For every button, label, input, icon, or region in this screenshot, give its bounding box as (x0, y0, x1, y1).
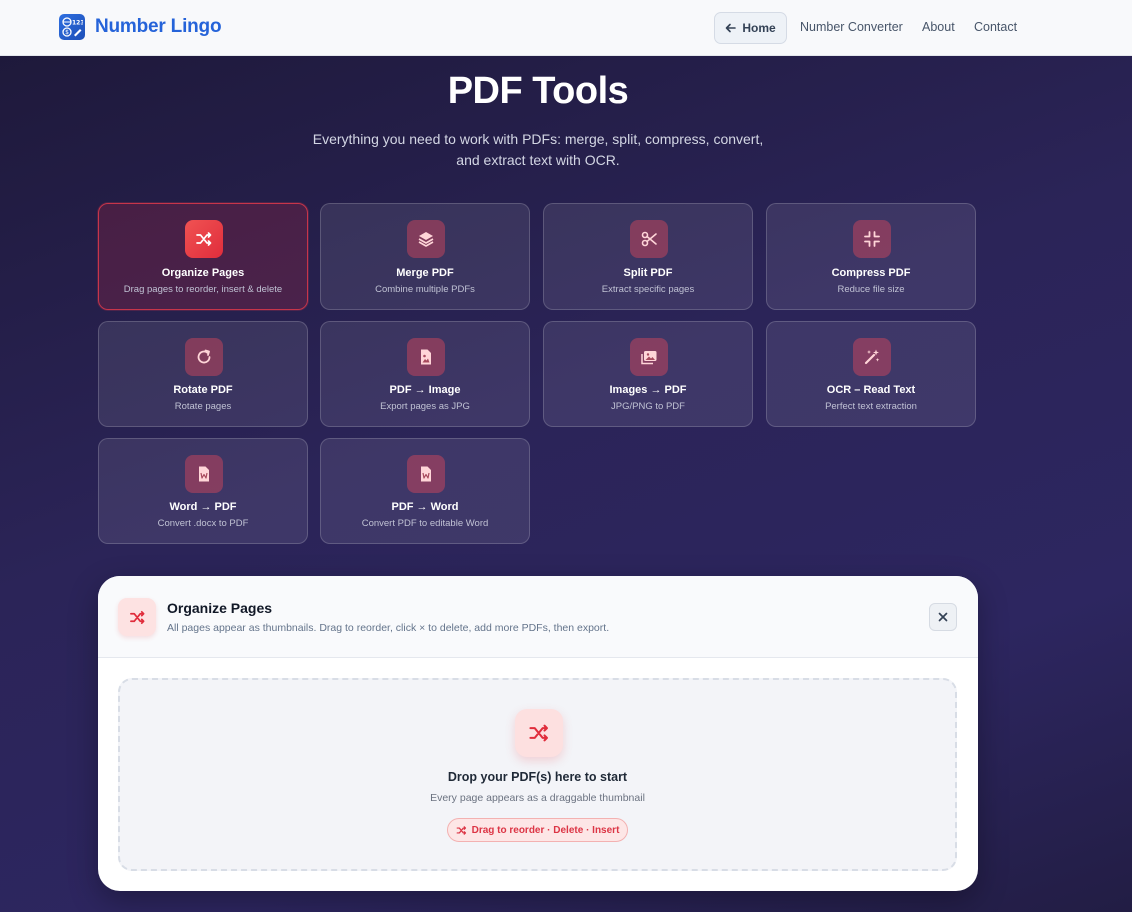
tool-title: Split PDF (623, 267, 673, 279)
close-button[interactable] (929, 603, 957, 631)
page-title: PDF Tools (447, 70, 629, 112)
magic-wand-icon (853, 338, 891, 376)
tool-title: Rotate PDF (173, 384, 233, 396)
home-button[interactable]: Home (714, 12, 787, 44)
close-icon (938, 612, 948, 622)
nav-contact[interactable]: Contact (974, 20, 1017, 34)
tool-card-ocr[interactable]: OCR – Read Text Perfect text extraction (766, 321, 976, 427)
nav-number-converter[interactable]: Number Converter (800, 20, 903, 34)
tool-title: Compress PDF (831, 267, 911, 279)
images-icon (630, 338, 668, 376)
shuffle-icon (185, 220, 223, 258)
dropzone-title: Drop your PDF(s) here to start (447, 770, 628, 784)
navbar: 123 $ Number Lingo Home Number Converter… (0, 0, 1132, 56)
numbers-logo-icon: 123 $ (59, 14, 85, 40)
tool-title: Images → PDF (609, 384, 687, 396)
tool-desc: Extract specific pages (601, 284, 695, 295)
shuffle-icon (118, 598, 156, 636)
tool-title: PDF → Image (389, 384, 461, 396)
tool-desc: Combine multiple PDFs (375, 284, 475, 295)
arrow-left-icon (726, 23, 737, 33)
tool-card-compress-pdf[interactable]: Compress PDF Reduce file size (766, 203, 976, 310)
tool-desc: Export pages as JPG (380, 401, 470, 412)
shuffle-icon (456, 825, 466, 835)
tool-title: PDF → Word (391, 501, 459, 513)
tool-card-pdf-to-word[interactable]: PDF → Word Convert PDF to editable Word (320, 438, 530, 544)
scissors-icon (630, 220, 668, 258)
dropzone-hint-text: Drag to reorder · Delete · Insert (471, 824, 620, 836)
rotate-icon (185, 338, 223, 376)
svg-text:123: 123 (72, 20, 83, 27)
tool-title: Merge PDF (396, 267, 454, 279)
home-label: Home (742, 21, 776, 35)
tool-desc: Convert .docx to PDF (157, 518, 249, 529)
brand-name: Number Lingo (95, 16, 222, 37)
nav-about[interactable]: About (922, 20, 955, 34)
shuffle-icon (515, 709, 563, 757)
word-file-icon (185, 455, 223, 493)
file-image-icon (407, 338, 445, 376)
tool-title: Organize Pages (161, 267, 245, 279)
panel-header: Organize Pages All pages appear as thumb… (98, 576, 978, 658)
brand-link[interactable]: 123 $ Number Lingo (59, 14, 222, 40)
tool-desc: Rotate pages (174, 401, 232, 412)
svg-text:$: $ (65, 29, 69, 36)
tool-card-organize-pages[interactable]: Organize Pages Drag pages to reorder, in… (98, 203, 308, 310)
tool-title: OCR – Read Text (826, 384, 916, 396)
organize-pages-panel: Organize Pages All pages appear as thumb… (98, 576, 978, 891)
page-subtitle: Everything you need to work with PDFs: m… (312, 131, 764, 168)
dropzone-hint-badge: Drag to reorder · Delete · Insert (447, 818, 628, 842)
tool-card-pdf-to-image[interactable]: PDF → Image Export pages as JPG (320, 321, 530, 427)
tool-card-images-to-pdf[interactable]: Images → PDF JPG/PNG to PDF (543, 321, 753, 427)
tool-card-word-to-pdf[interactable]: Word → PDF Convert .docx to PDF (98, 438, 308, 544)
pdf-dropzone[interactable]: Drop your PDF(s) here to start Every pag… (118, 678, 957, 871)
tool-desc: Drag pages to reorder, insert & delete (123, 284, 283, 295)
tool-desc: JPG/PNG to PDF (611, 401, 685, 412)
layers-icon (407, 220, 445, 258)
panel-subtitle: All pages appear as thumbnails. Drag to … (167, 622, 610, 634)
word-file-icon (407, 455, 445, 493)
compress-icon (853, 220, 891, 258)
tool-desc: Perfect text extraction (825, 401, 917, 412)
panel-title: Organize Pages (167, 600, 273, 616)
dropzone-subtitle: Every page appears as a draggable thumbn… (430, 792, 645, 804)
tool-card-merge-pdf[interactable]: Merge PDF Combine multiple PDFs (320, 203, 530, 310)
tool-title: Word → PDF (169, 501, 237, 513)
tool-desc: Convert PDF to editable Word (361, 518, 489, 529)
tool-card-split-pdf[interactable]: Split PDF Extract specific pages (543, 203, 753, 310)
tool-card-rotate-pdf[interactable]: Rotate PDF Rotate pages (98, 321, 308, 427)
tool-desc: Reduce file size (837, 284, 905, 295)
